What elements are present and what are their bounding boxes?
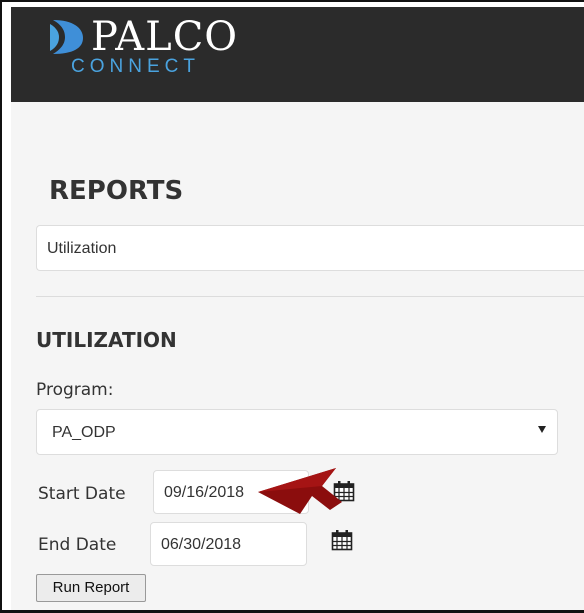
main-content: REPORTS Utilization UTILIZATION Program:… bbox=[11, 102, 584, 610]
start-date-value: 09/16/2018 bbox=[164, 484, 245, 501]
logo-wordmark: PALCO bbox=[91, 14, 239, 60]
red-arrow-annotation bbox=[258, 468, 342, 514]
divider bbox=[36, 296, 584, 297]
palco-logo-icon bbox=[50, 20, 83, 54]
report-select-value: Utilization bbox=[47, 240, 117, 257]
run-report-button[interactable]: Run Report bbox=[36, 574, 146, 602]
app-header: PALCO CONNECT bbox=[11, 7, 584, 102]
calendar-icon[interactable] bbox=[331, 529, 353, 551]
end-date-input[interactable]: 06/30/2018 bbox=[150, 522, 307, 566]
program-label: Program: bbox=[36, 380, 114, 400]
page-title: REPORTS bbox=[49, 176, 184, 206]
screenshot-frame: PALCO CONNECT REPORTS Utilization UTILIZ… bbox=[0, 0, 584, 613]
report-select[interactable]: Utilization bbox=[36, 225, 584, 271]
program-select-value: PA_ODP bbox=[52, 424, 116, 441]
caret-down-icon bbox=[538, 426, 546, 433]
end-date-value: 06/30/2018 bbox=[161, 536, 242, 553]
program-select[interactable]: PA_ODP bbox=[36, 409, 558, 455]
logo-subtitle: CONNECT bbox=[71, 56, 200, 77]
start-date-label: Start Date bbox=[38, 484, 126, 504]
section-title: UTILIZATION bbox=[36, 328, 177, 352]
end-date-label: End Date bbox=[38, 535, 117, 555]
